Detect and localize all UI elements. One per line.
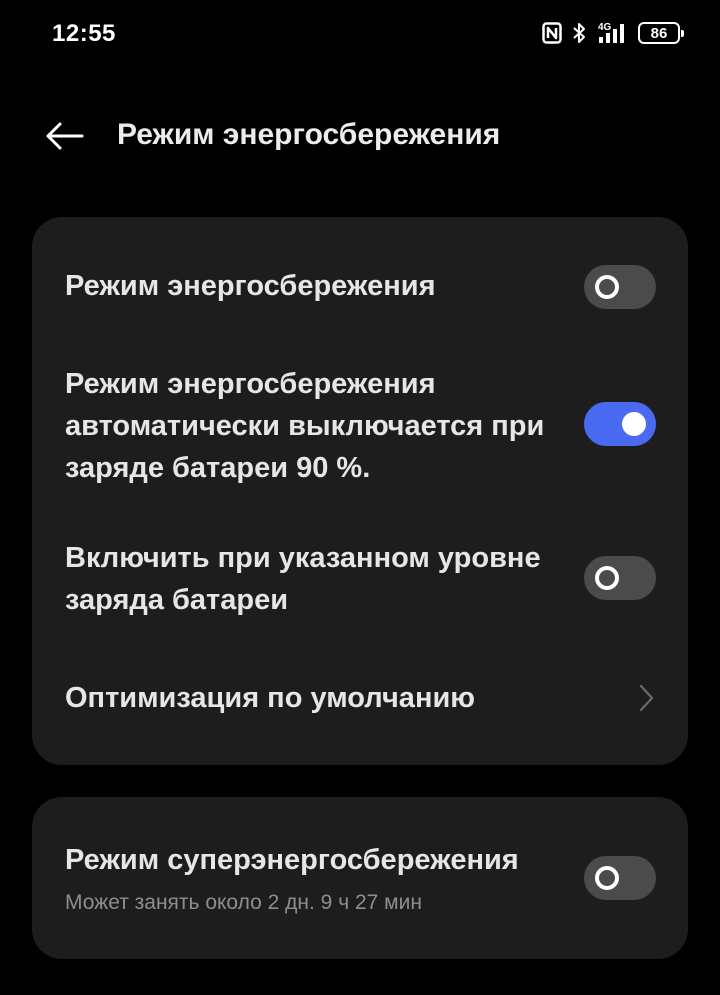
super-saving-label: Режим суперэнергосбережения [65,844,519,876]
status-time: 12:55 [52,20,116,47]
power-saving-screen: 12:55 4G 86 Режим энергосбережения Режим… [0,0,720,995]
super-saving-card: Режим суперэнергосбережения Может занять… [32,797,688,959]
auto-off-label: Режим энергосбережения автоматически вык… [65,368,545,484]
nfc-icon [542,22,562,44]
battery-level: 86 [650,24,668,42]
chevron-right-icon [634,683,658,713]
power-saving-toggle[interactable] [584,265,656,309]
signal-4g-icon: 4G [596,21,628,45]
toggle-knob [622,412,646,436]
enable-at-level-toggle[interactable] [584,556,656,600]
enable-at-level-label: Включить при указанном уровне заряда бат… [65,542,541,616]
app-header: Режим энергосбережения [0,100,720,170]
arrow-left-icon [46,122,84,150]
status-icons: 4G 86 [542,19,684,47]
auto-off-toggle[interactable] [584,402,656,446]
super-saving-subtitle: Может занять около 2 дн. 9 ч 27 мин [65,891,422,914]
toggle-knob [595,275,619,299]
super-saving-toggle[interactable] [584,856,656,900]
svg-text:4G: 4G [598,22,612,33]
super-saving-row[interactable]: Режим суперэнергосбережения Может занять… [32,835,688,925]
back-button[interactable] [40,114,88,158]
default-optimization-label: Оптимизация по умолчанию [65,682,476,714]
status-bar: 12:55 4G 86 [0,0,720,66]
power-saving-label: Режим энергосбережения [65,270,436,302]
toggle-knob [595,866,619,890]
auto-off-row[interactable]: Режим энергосбережения автоматически вык… [32,363,688,493]
bluetooth-icon [572,22,586,44]
default-optimization-row[interactable]: Оптимизация по умолчанию [32,673,688,723]
power-saving-card: Режим энергосбережения Режим энергосбере… [32,217,688,765]
enable-at-level-row[interactable]: Включить при указанном уровне заряда бат… [32,537,688,625]
battery-icon: 86 [638,22,684,44]
power-saving-row[interactable]: Режим энергосбережения [32,257,688,317]
page-title: Режим энергосбережения [117,118,501,151]
toggle-knob [595,566,619,590]
